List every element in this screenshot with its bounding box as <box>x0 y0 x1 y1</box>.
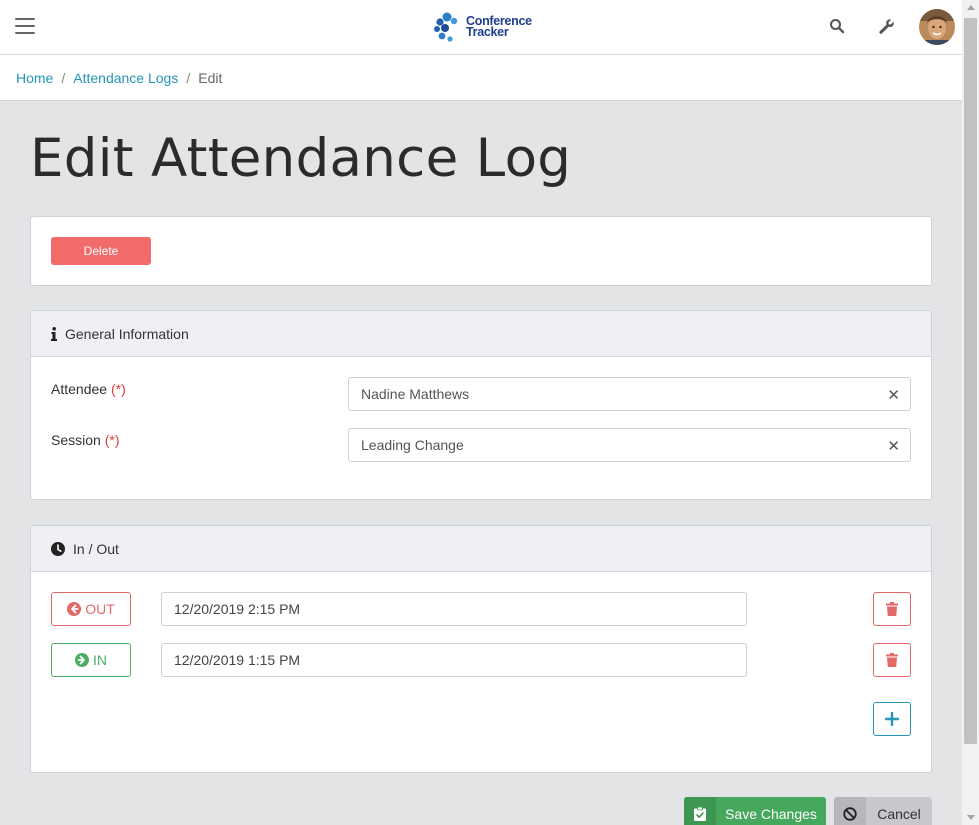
out-toggle-button[interactable]: OUT <box>51 592 131 626</box>
session-label: Session (*) <box>51 432 119 448</box>
breadcrumb-attendance-logs[interactable]: Attendance Logs <box>73 70 178 86</box>
in-out-title: In / Out <box>73 540 119 557</box>
ban-icon <box>834 797 866 825</box>
attendee-label: Attendee (*) <box>51 381 126 397</box>
actions-card: Delete <box>30 216 932 286</box>
vertical-scrollbar[interactable] <box>962 0 979 825</box>
session-select[interactable]: Leading Change ✕ <box>348 428 911 462</box>
breadcrumb-separator: / <box>61 69 66 86</box>
clock-icon <box>51 541 65 556</box>
in-label: IN <box>93 652 107 668</box>
info-icon <box>51 326 57 341</box>
general-information-title: General Information <box>65 325 189 342</box>
breadcrumb-home[interactable]: Home <box>16 70 53 86</box>
out-datetime-input[interactable] <box>161 592 747 626</box>
delete-out-entry-button[interactable] <box>873 592 911 626</box>
clipboard-check-icon <box>684 797 716 825</box>
general-information-card: General Information Attendee (*) Nadine … <box>30 310 932 500</box>
plus-icon <box>885 712 899 726</box>
attendee-label-text: Attendee <box>51 381 108 397</box>
cancel-button[interactable]: Cancel <box>834 797 932 825</box>
logo-mark-icon <box>434 12 458 42</box>
scrollbar-thumb[interactable] <box>964 18 977 744</box>
out-label: OUT <box>85 601 115 617</box>
add-entry-button[interactable] <box>873 702 911 736</box>
in-datetime-input[interactable] <box>161 643 747 677</box>
trash-icon <box>886 602 898 616</box>
delete-in-entry-button[interactable] <box>873 643 911 677</box>
breadcrumb-current: Edit <box>198 69 223 86</box>
general-information-header: General Information <box>31 311 931 357</box>
in-out-card: In / Out OUT IN <box>30 525 932 773</box>
arrow-circle-left-icon <box>67 602 82 616</box>
page-title: Edit Attendance Log <box>30 128 572 189</box>
required-marker: (*) <box>104 432 120 448</box>
scroll-down-arrow-icon[interactable] <box>967 815 975 820</box>
in-toggle-button[interactable]: IN <box>51 643 131 677</box>
avatar[interactable] <box>919 9 955 45</box>
top-navbar: Conference Tracker <box>0 0 962 55</box>
breadcrumb: Home / Attendance Logs / Edit <box>0 55 962 101</box>
save-changes-button[interactable]: Save Changes <box>684 797 826 825</box>
breadcrumb-separator: / <box>186 69 191 86</box>
logo-text-line2: Tracker <box>466 25 509 39</box>
attendee-value: Nadine Matthews <box>361 386 470 402</box>
clear-session-icon[interactable]: ✕ <box>887 437 900 455</box>
save-changes-label: Save Changes <box>725 806 817 822</box>
trash-icon <box>886 653 898 667</box>
arrow-circle-right-icon <box>75 653 89 667</box>
wrench-icon[interactable] <box>878 18 896 36</box>
clear-attendee-icon[interactable]: ✕ <box>887 386 900 404</box>
session-label-text: Session <box>51 432 101 448</box>
session-value: Leading Change <box>361 437 464 453</box>
menu-icon[interactable] <box>15 18 35 35</box>
search-icon[interactable] <box>829 18 847 36</box>
delete-button[interactable]: Delete <box>51 237 151 265</box>
app-logo[interactable]: Conference Tracker <box>433 11 532 43</box>
scroll-up-arrow-icon[interactable] <box>967 5 975 10</box>
required-marker: (*) <box>110 381 126 397</box>
cancel-label: Cancel <box>877 806 921 822</box>
in-out-header: In / Out <box>31 526 931 572</box>
attendee-select[interactable]: Nadine Matthews ✕ <box>348 377 911 411</box>
